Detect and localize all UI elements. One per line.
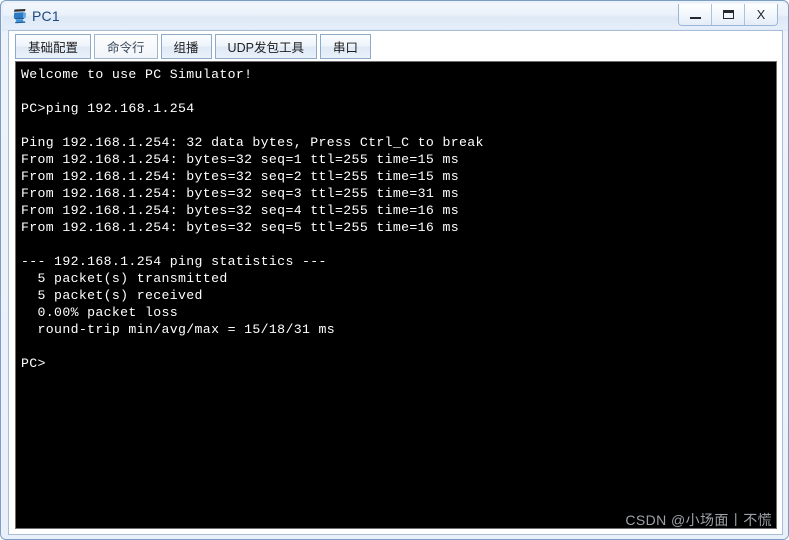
tab-command-line[interactable]: 命令行	[94, 34, 158, 59]
window-title: PC1	[32, 8, 60, 24]
pc-monitor-icon	[11, 7, 29, 25]
window-controls: X	[678, 4, 778, 26]
maximize-icon	[722, 10, 734, 19]
close-icon: X	[756, 7, 766, 22]
maximize-button[interactable]	[712, 4, 745, 25]
tab-udp-tool[interactable]: UDP发包工具	[214, 34, 317, 59]
minimize-icon	[689, 16, 701, 19]
terminal-output-text: Welcome to use PC Simulator! PC>ping 192…	[21, 67, 484, 371]
tab-label: 组播	[173, 41, 199, 55]
pc1-simulator-window: PC1 X 基础配置 命令行 组播 UDP发包工具 串口 Welcome to …	[0, 0, 789, 540]
tab-basic-config[interactable]: 基础配置	[15, 34, 92, 59]
terminal-console[interactable]: Welcome to use PC Simulator! PC>ping 192…	[15, 61, 777, 529]
csdn-watermark: CSDN @小场面丨不慌	[625, 512, 772, 528]
tab-label: UDP发包工具	[227, 41, 304, 55]
tab-serial-port[interactable]: 串口	[319, 34, 371, 59]
content-panel: 基础配置 命令行 组播 UDP发包工具 串口 Welcome to use PC…	[8, 30, 783, 535]
title-bar[interactable]: PC1 X	[3, 3, 788, 29]
tab-label: 基础配置	[28, 41, 79, 55]
close-button[interactable]: X	[745, 4, 777, 25]
tab-multicast[interactable]: 组播	[160, 34, 212, 59]
tab-label: 命令行	[107, 41, 145, 55]
tab-strip: 基础配置 命令行 组播 UDP发包工具 串口	[9, 31, 782, 59]
minimize-button[interactable]	[679, 4, 712, 25]
tab-label: 串口	[332, 41, 358, 55]
